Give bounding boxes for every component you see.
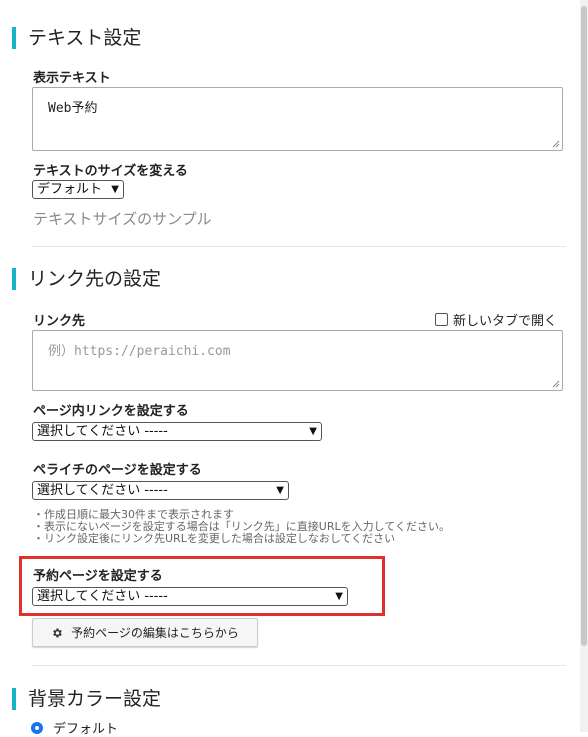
scrollbar-track[interactable] [580,0,588,732]
page-link-label: ページ内リンクを設定する [33,404,189,419]
text-size-selected: デフォルト [37,182,103,197]
display-text-value: Web予約 [48,101,98,116]
background-default-label[interactable]: デフォルト [53,718,118,737]
new-tab-label[interactable]: 新しいタブで開く [453,310,557,329]
edit-reservation-label: 予約ページの編集はこちらから [71,626,239,640]
reservation-page-selected: 選択してください ----- [37,589,168,604]
text-size-sample: テキストサイズのサンプル [33,210,212,228]
background-default-option[interactable]: デフォルト [31,718,118,737]
new-tab-checkbox-group[interactable]: 新しいタブで開く [435,310,557,329]
peraichi-page-selected: 選択してください ----- [37,483,168,498]
link-url-placeholder: 例）https://peraichi.com [48,344,231,359]
display-text-label: 表示テキスト [33,71,111,86]
gear-icon [53,628,62,637]
resize-grip-icon[interactable] [552,380,560,388]
link-label: リンク先 [33,314,86,329]
new-tab-checkbox[interactable] [435,313,448,326]
resize-grip-icon[interactable] [552,140,560,148]
text-size-select[interactable]: デフォルト ▼ [32,180,124,199]
display-text-input[interactable]: Web予約 [32,87,563,151]
edit-reservation-button[interactable]: 予約ページの編集はこちらから [32,618,258,647]
background-settings-title: 背景カラー設定 [12,688,161,710]
reservation-page-select[interactable]: 選択してください ----- ▼ [32,587,348,606]
note-line: ・リンク設定後にリンク先URLを変更した場合は設定しなおしてください [33,532,396,545]
text-size-label: テキストのサイズを変える [33,164,188,179]
link-url-input[interactable]: 例）https://peraichi.com [32,330,563,391]
reservation-page-label: 予約ページを設定する [33,569,163,584]
section-divider [32,246,566,247]
chevron-down-icon: ▼ [335,591,343,602]
peraichi-page-select[interactable]: 選択してください ----- ▼ [32,481,289,500]
scrollbar-thumb[interactable] [581,6,587,646]
chevron-down-icon: ▼ [309,426,317,437]
chevron-down-icon: ▼ [111,184,119,195]
link-settings-title: リンク先の設定 [12,268,161,290]
page-link-selected: 選択してください ----- [37,424,168,439]
page-link-select[interactable]: 選択してください ----- ▼ [32,422,322,441]
section-divider [32,665,566,666]
peraichi-page-label: ペライチのページを設定する [33,463,202,478]
chevron-down-icon: ▼ [276,485,284,496]
text-settings-title: テキスト設定 [12,27,141,49]
